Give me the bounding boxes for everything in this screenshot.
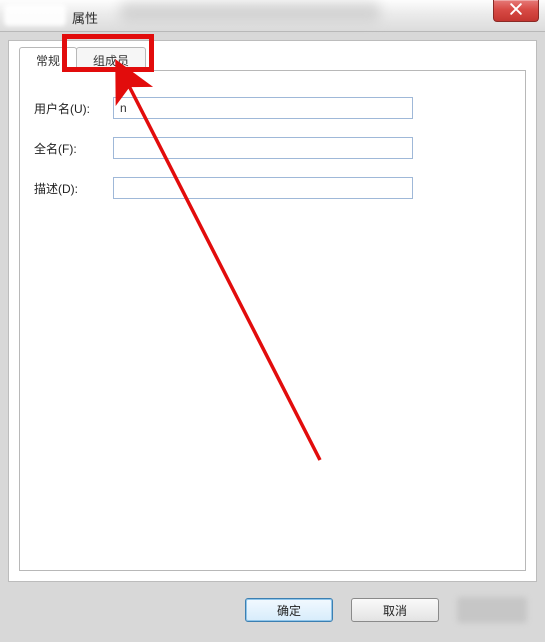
ok-button[interactable]: 确定 (245, 598, 333, 622)
tab-members[interactable]: 组成员 (76, 47, 146, 71)
ok-button-label: 确定 (277, 602, 301, 619)
row-fullname: 全名(F): (28, 137, 517, 159)
close-icon (510, 3, 522, 18)
titlebar: 属性 (0, 0, 545, 32)
username-label: 用户名(U): (28, 100, 113, 117)
fullname-label: 全名(F): (28, 140, 113, 157)
title-obscured (4, 4, 66, 26)
row-description: 描述(D): (28, 177, 517, 199)
description-input[interactable] (113, 177, 413, 199)
tab-members-label: 组成员 (93, 54, 129, 68)
dialog-client-area: 常规 组成员 用户名(U): 全名(F): 描述(D): (8, 40, 537, 582)
obscured-button (457, 597, 527, 623)
row-username: 用户名(U): (28, 97, 517, 119)
window-title: 属性 (72, 8, 98, 27)
form: 用户名(U): 全名(F): 描述(D): (28, 97, 517, 217)
button-bar: 确定 取消 (8, 590, 537, 630)
fullname-input[interactable] (113, 137, 413, 159)
title-blur-strip (120, 2, 380, 22)
description-label: 描述(D): (28, 180, 113, 197)
cancel-button[interactable]: 取消 (351, 598, 439, 622)
tab-strip: 常规 组成员 (19, 47, 145, 71)
close-button[interactable] (493, 0, 539, 22)
cancel-button-label: 取消 (383, 602, 407, 619)
tab-general[interactable]: 常规 (19, 47, 77, 71)
username-input[interactable] (113, 97, 413, 119)
tab-page-general: 用户名(U): 全名(F): 描述(D): (19, 70, 526, 571)
tab-general-label: 常规 (36, 54, 60, 68)
